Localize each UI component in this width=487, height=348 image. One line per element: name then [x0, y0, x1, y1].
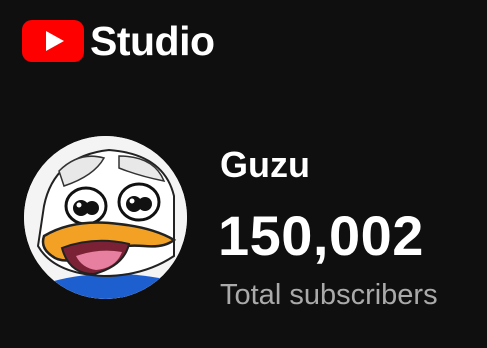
studio-subscriber-card: Studio Guzu 150,002 Total subscribers — [0, 0, 487, 348]
youtube-studio-logo[interactable]: Studio — [22, 20, 215, 62]
channel-name: Guzu — [220, 144, 310, 185]
subscriber-label: Total subscribers — [220, 279, 438, 311]
duck-meme-avatar-icon — [24, 136, 187, 299]
channel-avatar[interactable] — [24, 136, 187, 299]
subscriber-count: 150,002 — [218, 204, 424, 267]
youtube-play-icon — [22, 20, 84, 62]
brand-label: Studio — [90, 17, 215, 64]
